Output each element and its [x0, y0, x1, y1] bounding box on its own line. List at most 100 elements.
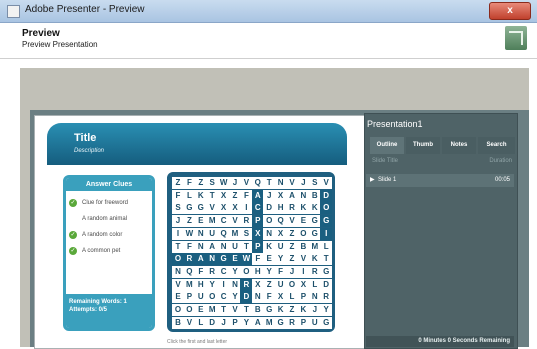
grid-cell[interactable]: R	[206, 265, 219, 278]
grid-cell[interactable]: D	[240, 291, 253, 304]
grid-cell[interactable]: R	[286, 316, 298, 329]
grid-cell[interactable]: C	[217, 265, 230, 278]
grid-cell[interactable]: F	[274, 265, 287, 278]
grid-cell[interactable]: Z	[286, 304, 298, 316]
grid-cell[interactable]: P	[297, 316, 310, 329]
grid-cell[interactable]: F	[172, 189, 184, 202]
grid-cell[interactable]: X	[251, 227, 264, 240]
grid-cell[interactable]: S	[240, 227, 253, 240]
grid-cell[interactable]: W	[183, 227, 196, 240]
grid-cell[interactable]: N	[308, 291, 321, 304]
grid-cell[interactable]: U	[274, 240, 287, 253]
grid-cell[interactable]: Z	[286, 240, 298, 253]
grid-cell[interactable]: D	[263, 202, 276, 215]
grid-cell[interactable]: E	[229, 253, 241, 266]
grid-cell[interactable]: B	[308, 189, 321, 202]
grid-cell[interactable]: U	[194, 291, 207, 304]
grid-cell[interactable]: G	[183, 202, 196, 215]
grid-cell[interactable]: P	[251, 240, 264, 253]
grid-cell[interactable]: X	[251, 278, 264, 291]
grid-cell[interactable]: S	[308, 177, 321, 189]
grid-cell[interactable]: Q	[274, 215, 287, 228]
grid-cell[interactable]: J	[172, 215, 184, 228]
grid-cell[interactable]: K	[308, 202, 321, 215]
grid-cell[interactable]: J	[286, 265, 298, 278]
grid-cell[interactable]: X	[217, 202, 230, 215]
grid-cell[interactable]: V	[286, 177, 298, 189]
grid-cell[interactable]: N	[194, 240, 207, 253]
grid-cell[interactable]: T	[263, 177, 276, 189]
grid-cell[interactable]: N	[251, 291, 264, 304]
grid-cell[interactable]: G	[308, 215, 321, 228]
grid-cell[interactable]: O	[172, 304, 184, 316]
grid-cell[interactable]: H	[194, 278, 207, 291]
grid-cell[interactable]: G	[194, 202, 207, 215]
grid-cell[interactable]: X	[274, 189, 287, 202]
grid-cell[interactable]: V	[297, 253, 310, 266]
grid-cell[interactable]: K	[308, 253, 321, 266]
close-button[interactable]: x	[489, 2, 531, 20]
grid-cell[interactable]: C	[217, 291, 230, 304]
grid-cell[interactable]: I	[172, 227, 184, 240]
grid-cell[interactable]: O	[183, 304, 196, 316]
grid-cell[interactable]: X	[274, 227, 287, 240]
grid-cell[interactable]: R	[240, 215, 253, 228]
grid-cell[interactable]: F	[251, 253, 264, 266]
grid-cell[interactable]: N	[194, 227, 207, 240]
grid-cell[interactable]: P	[251, 215, 264, 228]
grid-cell[interactable]: U	[206, 227, 219, 240]
grid-cell[interactable]: N	[297, 189, 310, 202]
grid-cell[interactable]: O	[286, 278, 298, 291]
grid-cell[interactable]: V	[206, 202, 219, 215]
grid-cell[interactable]: Q	[183, 265, 196, 278]
grid-cell[interactable]: B	[172, 316, 184, 329]
grid-cell[interactable]: B	[251, 304, 264, 316]
grid-cell[interactable]: V	[183, 316, 196, 329]
grid-cell[interactable]: Y	[240, 316, 253, 329]
grid-cell[interactable]: U	[274, 278, 287, 291]
grid-cell[interactable]: Z	[286, 227, 298, 240]
grid-cell[interactable]: D	[320, 278, 333, 291]
grid-cell[interactable]: P	[297, 291, 310, 304]
grid-cell[interactable]: M	[229, 227, 241, 240]
grid-cell[interactable]: S	[206, 177, 219, 189]
grid-cell[interactable]: R	[286, 202, 298, 215]
grid-cell[interactable]: Z	[172, 177, 184, 189]
grid-cell[interactable]: O	[240, 265, 253, 278]
grid-cell[interactable]: L	[194, 316, 207, 329]
grid-cell[interactable]: V	[229, 304, 241, 316]
grid-cell[interactable]: Y	[263, 265, 276, 278]
grid-cell[interactable]: G	[274, 316, 287, 329]
grid-cell[interactable]: N	[217, 240, 230, 253]
grid-cell[interactable]: Y	[320, 304, 333, 316]
grid-cell[interactable]: Z	[263, 278, 276, 291]
grid-cell[interactable]: G	[320, 265, 333, 278]
grid-cell[interactable]: Y	[274, 253, 287, 266]
grid-cell[interactable]: S	[172, 202, 184, 215]
grid-cell[interactable]: K	[297, 202, 310, 215]
grid-cell[interactable]: J	[229, 177, 241, 189]
grid-cell[interactable]: E	[194, 304, 207, 316]
grid-cell[interactable]: J	[263, 189, 276, 202]
slide-list-row[interactable]: ▶ Slide 1 00:05	[366, 174, 514, 187]
grid-cell[interactable]: A	[206, 240, 219, 253]
grid-cell[interactable]: C	[251, 202, 264, 215]
grid-cell[interactable]: J	[308, 304, 321, 316]
grid-cell[interactable]: V	[240, 177, 253, 189]
grid-cell[interactable]: A	[251, 189, 264, 202]
grid-cell[interactable]: A	[286, 189, 298, 202]
tab-notes[interactable]: Notes	[442, 137, 476, 154]
grid-cell[interactable]: M	[263, 316, 276, 329]
grid-cell[interactable]: E	[297, 215, 310, 228]
grid-cell[interactable]: Q	[217, 227, 230, 240]
grid-cell[interactable]: G	[263, 304, 276, 316]
grid-cell[interactable]: O	[206, 291, 219, 304]
grid-cell[interactable]: W	[217, 177, 230, 189]
grid-cell[interactable]: A	[251, 316, 264, 329]
grid-cell[interactable]: O	[297, 227, 310, 240]
grid-cell[interactable]: C	[217, 215, 230, 228]
grid-cell[interactable]: Y	[206, 278, 219, 291]
grid-cell[interactable]: J	[217, 316, 230, 329]
grid-cell[interactable]: M	[206, 215, 219, 228]
grid-cell[interactable]: V	[229, 215, 241, 228]
